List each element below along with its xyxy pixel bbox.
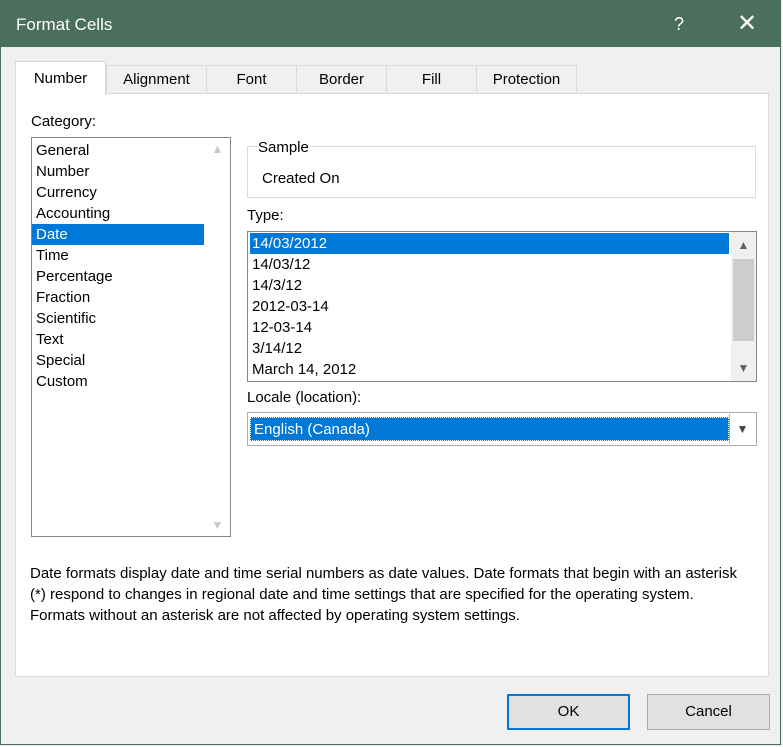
category-item-number[interactable]: Number bbox=[32, 161, 204, 182]
type-item[interactable]: 3/14/12 bbox=[250, 338, 729, 359]
sample-label: Sample bbox=[257, 139, 310, 156]
category-item-fraction[interactable]: Fraction bbox=[32, 287, 204, 308]
chevron-up-icon[interactable]: ▲ bbox=[731, 234, 756, 256]
category-item-text[interactable]: Text bbox=[32, 329, 204, 350]
title-bar: Format Cells ? ✕ bbox=[1, 1, 780, 47]
type-label: Type: bbox=[247, 207, 284, 224]
tab-number[interactable]: Number bbox=[15, 61, 106, 95]
tab-border[interactable]: Border bbox=[296, 65, 387, 93]
category-item-custom[interactable]: Custom bbox=[32, 371, 204, 392]
category-item-general[interactable]: General bbox=[32, 140, 204, 161]
tab-alignment[interactable]: Alignment bbox=[106, 65, 207, 93]
type-list[interactable]: 14/03/2012 14/03/12 14/3/12 2012-03-14 1… bbox=[247, 231, 757, 382]
category-list[interactable]: General Number Currency Accounting Date … bbox=[31, 137, 231, 537]
locale-selected-value[interactable]: English (Canada) bbox=[250, 417, 729, 441]
type-item[interactable]: March 14, 2012 bbox=[250, 359, 729, 380]
type-item[interactable]: 2012-03-14 bbox=[250, 296, 729, 317]
category-item-date[interactable]: Date bbox=[32, 224, 204, 245]
dialog-title: Format Cells bbox=[16, 15, 113, 34]
category-item-special[interactable]: Special bbox=[32, 350, 204, 371]
tab-font[interactable]: Font bbox=[206, 65, 297, 93]
help-button[interactable]: ? bbox=[665, 9, 693, 39]
chevron-down-icon[interactable]: ▼ bbox=[729, 414, 755, 444]
cancel-button[interactable]: Cancel bbox=[647, 694, 770, 730]
close-button[interactable]: ✕ bbox=[729, 9, 765, 39]
type-item[interactable]: 14/03/2012 bbox=[250, 233, 729, 254]
category-scrollbar[interactable]: ▲ ▼ bbox=[205, 138, 230, 536]
sample-group: Sample Created On bbox=[247, 139, 756, 198]
format-cells-dialog: Format Cells ? ✕ Number Alignment Font B… bbox=[0, 0, 781, 745]
tab-fill[interactable]: Fill bbox=[386, 65, 477, 93]
locale-dropdown[interactable]: English (Canada) ▼ bbox=[247, 412, 757, 446]
scroll-thumb[interactable] bbox=[733, 259, 754, 341]
category-item-percentage[interactable]: Percentage bbox=[32, 266, 204, 287]
type-scrollbar[interactable]: ▲ ▼ bbox=[731, 232, 756, 381]
chevron-down-icon[interactable]: ▼ bbox=[731, 357, 756, 379]
category-label: Category: bbox=[31, 113, 97, 130]
sample-value: Created On bbox=[262, 170, 340, 187]
ok-button[interactable]: OK bbox=[507, 694, 630, 730]
tab-protection[interactable]: Protection bbox=[476, 65, 577, 93]
number-tab-panel: Category: General Number Currency Accoun… bbox=[15, 93, 769, 677]
type-item[interactable]: 14/3/12 bbox=[250, 275, 729, 296]
category-item-time[interactable]: Time bbox=[32, 245, 204, 266]
type-item[interactable]: 14/03/12 bbox=[250, 254, 729, 275]
category-item-currency[interactable]: Currency bbox=[32, 182, 204, 203]
category-item-scientific[interactable]: Scientific bbox=[32, 308, 204, 329]
category-item-accounting[interactable]: Accounting bbox=[32, 203, 204, 224]
type-item[interactable]: 12-03-14 bbox=[250, 317, 729, 338]
locale-label: Locale (location): bbox=[247, 389, 362, 406]
format-description: Date formats display date and time seria… bbox=[30, 565, 738, 624]
chevron-down-icon[interactable]: ▼ bbox=[205, 514, 230, 536]
chevron-up-icon[interactable]: ▲ bbox=[205, 138, 230, 160]
